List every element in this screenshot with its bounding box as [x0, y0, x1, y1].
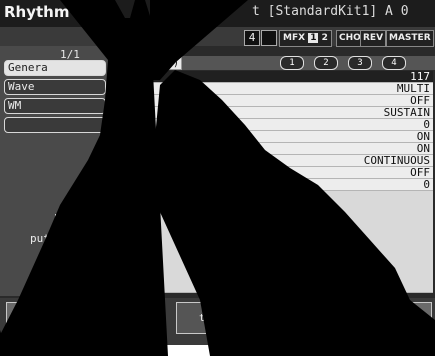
param-value: MULTI	[396, 81, 430, 95]
sidebar-item-env[interactable]: Env	[54, 212, 74, 225]
sidebar-item-hidden[interactable]	[4, 117, 106, 133]
rev-button[interactable]: REV	[360, 30, 387, 47]
sidebar-item-wave[interactable]: Wave	[4, 79, 106, 95]
window-title: Rhythm Ed	[4, 3, 96, 21]
param-name: ive Expression	[116, 129, 209, 143]
title-bar: Rhythm Ed t [StandardKit1] A 0	[0, 0, 435, 27]
param-value: OFF	[410, 93, 430, 107]
sidebar-item-general[interactable]: Genera	[4, 60, 106, 76]
function-button-5[interactable]	[284, 302, 332, 334]
knob-3-icon[interactable]: 3	[348, 56, 372, 70]
param-row[interactable]: n Time Ctrl Sens 0	[112, 177, 433, 191]
param-value: ON	[416, 129, 430, 143]
empty-field[interactable]	[261, 30, 277, 46]
param-list-empty	[112, 191, 433, 293]
parameter-list: vel 117 pe MULTI p OFF Mode SUSTAIN n Bend R…	[112, 69, 433, 293]
mfx-button[interactable]: MFX 1 2	[279, 30, 332, 47]
arrow-down-icon	[71, 308, 93, 328]
part-select-button[interactable]: Part S	[334, 302, 386, 334]
part-number-field[interactable]: 4	[244, 30, 260, 46]
mfx-slot-2[interactable]: 2	[322, 33, 328, 43]
kit-name: t [StandardKit1] A 0	[252, 4, 409, 19]
screen: Rhythm Ed t [StandardKit1] A 0 4 MFX 1 2…	[0, 0, 435, 345]
param-value: 117	[410, 69, 430, 83]
param-value: CONTINUOUS	[363, 153, 430, 167]
function-button-7-label	[389, 303, 431, 307]
sidebar-item-output[interactable]: put	[30, 232, 50, 245]
param-name: ode	[116, 165, 136, 179]
function-button-3[interactable]: t	[176, 302, 228, 334]
function-button-7[interactable]	[388, 302, 432, 334]
sidebar-item-wmt[interactable]: WM	[4, 98, 106, 114]
master-button[interactable]: MASTER	[386, 30, 434, 47]
param-value: OFF	[410, 165, 430, 179]
scroll-up-button[interactable]	[6, 302, 54, 334]
param-value: SUSTAIN	[383, 105, 430, 119]
param-name: p	[116, 93, 123, 107]
param-row[interactable]: vel 117	[112, 69, 433, 83]
tone-select-field[interactable]: )	[120, 57, 182, 70]
param-row[interactable]: pe MULTI	[112, 81, 433, 95]
function-button-3-label: t	[198, 313, 206, 324]
knob-2-icon[interactable]: 2	[314, 56, 338, 70]
tone-copy-button[interactable]: Tone Copy	[230, 302, 282, 334]
param-name: Mode	[116, 105, 143, 119]
param-value: ON	[416, 141, 430, 155]
param-row[interactable]: ive Pan Mode CONTINUOUS	[112, 153, 433, 167]
param-name: ive Hold-1	[116, 141, 183, 155]
param-name: ive Pan Mode	[116, 153, 196, 167]
mfx-slot-1[interactable]: 1	[308, 33, 319, 43]
scroll-down-button[interactable]	[58, 302, 106, 334]
knob-4-icon[interactable]: 4	[382, 56, 406, 70]
arrow-up-icon	[19, 308, 41, 328]
param-name: vel	[116, 69, 136, 83]
param-name: pe	[116, 81, 130, 95]
tone-copy-label: Tone Copy	[243, 307, 269, 329]
param-value: 0	[423, 177, 430, 191]
tone-select-value: )	[172, 58, 179, 69]
mfx-label: MFX	[283, 33, 306, 43]
part-select-label: Part S	[341, 307, 379, 318]
knob-1-icon[interactable]: 1	[280, 56, 304, 70]
param-name: n Bend Range	[116, 117, 196, 131]
param-value: 0	[423, 117, 430, 131]
param-name: n Time Ctrl Sens	[116, 177, 222, 191]
